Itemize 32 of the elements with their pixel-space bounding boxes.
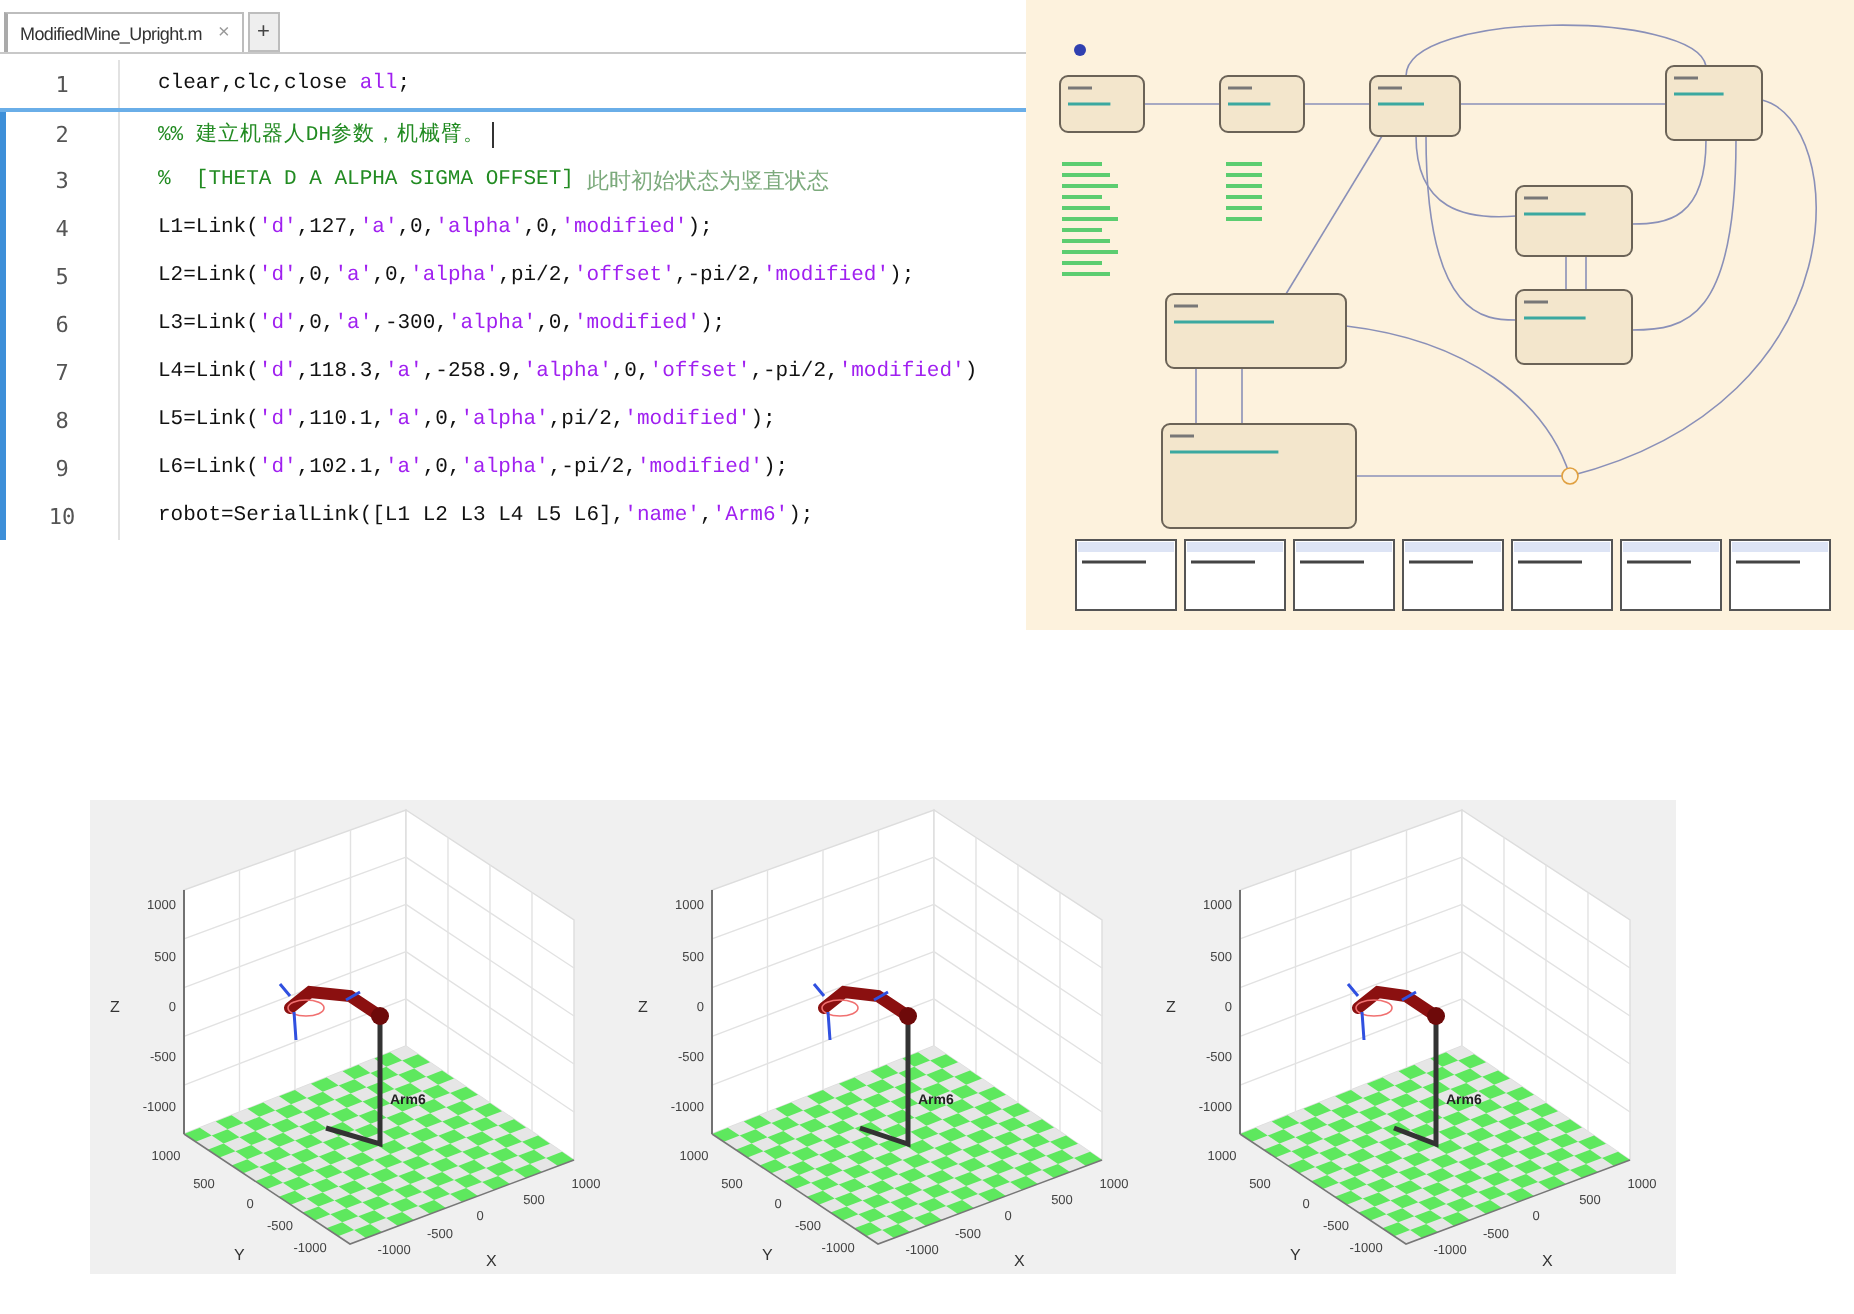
line-number: 5 bbox=[6, 252, 120, 300]
line-number: 9 bbox=[6, 444, 120, 492]
axis-label: X bbox=[1014, 1252, 1025, 1270]
axis-label: Y bbox=[1290, 1246, 1301, 1264]
line-number: 8 bbox=[6, 396, 120, 444]
axis-label: X bbox=[486, 1252, 497, 1270]
axis-label: Y bbox=[234, 1246, 245, 1264]
line-number: 10 bbox=[6, 492, 120, 540]
code-text: % [THETA D A ALPHA SIGMA OFFSET] 此时初始状态为竖直状态 bbox=[156, 165, 829, 195]
axis-label: Z bbox=[638, 998, 648, 1016]
code-text: clear,clc,close all; bbox=[156, 72, 411, 96]
code-text: L1=Link('d',127,'a',0,'alpha',0,'modified'); bbox=[156, 216, 713, 240]
code-text: L2=Link('d',0,'a',0,'alpha',pi/2,'offset',-pi/2,'modified'); bbox=[156, 264, 915, 288]
code-text: L3=Link('d',0,'a',-300,'alpha',0,'modified'); bbox=[156, 312, 726, 336]
line-number: 2 bbox=[6, 112, 120, 156]
axis-label: Y bbox=[762, 1246, 773, 1264]
axis-label: X bbox=[1542, 1252, 1553, 1270]
code-text: L5=Link('d',110.1,'a',0,'alpha',pi/2,'modified'); bbox=[156, 408, 776, 432]
axis-label: Z bbox=[1166, 998, 1176, 1016]
line-number: 1 bbox=[6, 60, 120, 108]
line-number: 6 bbox=[6, 300, 120, 348]
tab-label: ModifiedMine_Upright.m bbox=[20, 23, 202, 43]
code-text: robot=SerialLink([L1 L2 L3 L4 L5 L6],'name','Arm6'); bbox=[156, 504, 814, 528]
line-number: 4 bbox=[6, 204, 120, 252]
new-tab-button[interactable]: + bbox=[247, 12, 280, 52]
line-number: 7 bbox=[6, 348, 120, 396]
code-text: L6=Link('d',102.1,'a',0,'alpha',-pi/2,'modified'); bbox=[156, 456, 789, 480]
line-number: 3 bbox=[6, 156, 120, 204]
code-text: L4=Link('d',118.3,'a',-258.9,'alpha',0,'offset',-pi/2,'modified') bbox=[156, 360, 978, 384]
axis-label: Z bbox=[110, 998, 120, 1016]
file-tab[interactable]: ModifiedMine_Upright.m × bbox=[4, 12, 243, 52]
code-text: %% 建立机器人DH参数，机械臂。 bbox=[120, 120, 494, 148]
